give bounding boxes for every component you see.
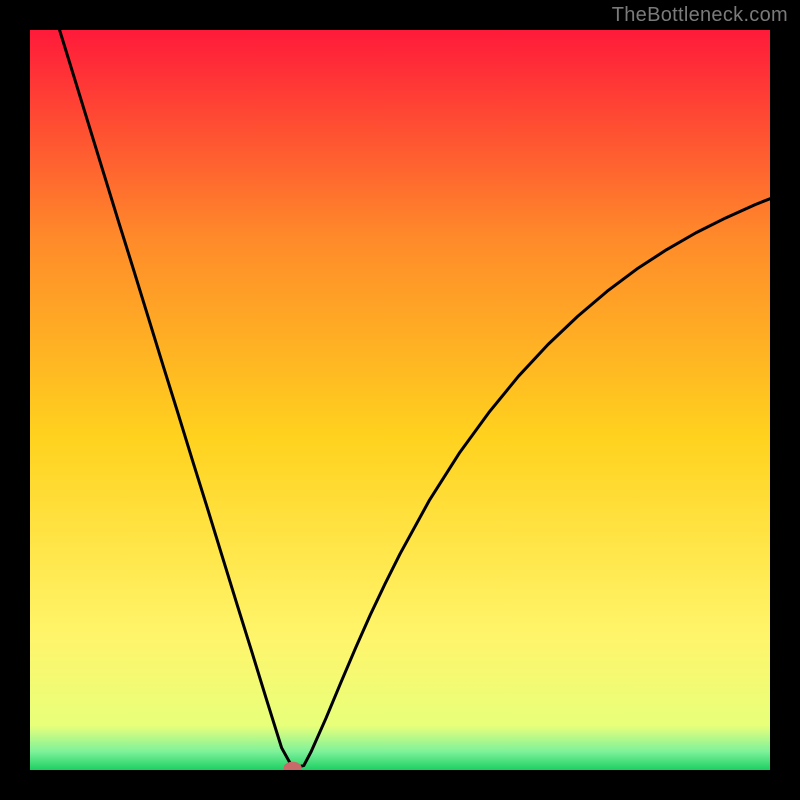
- chart-frame: TheBottleneck.com: [0, 0, 800, 800]
- gradient-background: [30, 30, 770, 770]
- attribution-text: TheBottleneck.com: [612, 4, 788, 27]
- bottleneck-chart: [30, 30, 770, 770]
